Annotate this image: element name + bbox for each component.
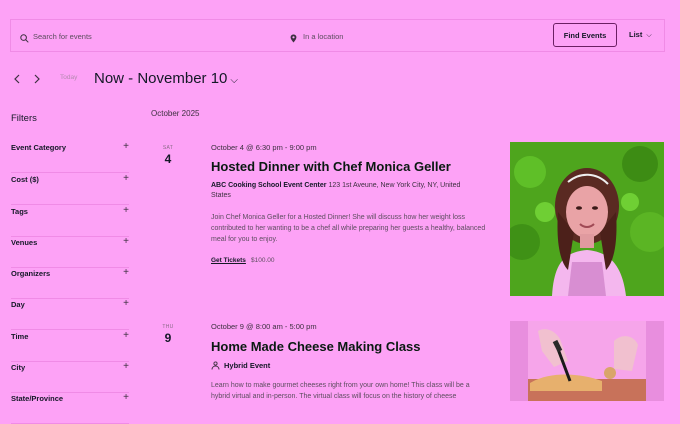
venue-name: ABC Cooking School Event Center [211, 182, 327, 189]
plus-icon: + [123, 361, 129, 372]
event-datetime: October 4 @ 6:30 pm - 9:00 pm [211, 143, 317, 152]
event-venue: ABC Cooking School Event Center 123 1st … [211, 181, 481, 201]
event-image-cheese[interactable] [510, 321, 664, 401]
event-title-link[interactable]: Home Made Cheese Making Class [211, 339, 421, 354]
location-search-input[interactable] [303, 28, 503, 44]
event-day-number: 9 [164, 331, 172, 345]
filter-event-category[interactable]: Event Category + [11, 141, 129, 173]
plus-icon: + [123, 141, 129, 152]
filter-label: Tags [11, 207, 28, 216]
filter-label: Event Category [11, 143, 67, 152]
filter-day[interactable]: Day + [11, 298, 129, 330]
plus-icon: + [123, 392, 129, 403]
plus-icon: + [123, 205, 129, 216]
map-pin-icon [290, 30, 297, 48]
event-datetime: October 9 @ 8:00 am - 5:00 pm [211, 322, 317, 331]
events-search-bar: Find Events List⌵ [10, 19, 665, 52]
plus-icon: + [123, 173, 129, 184]
filter-organizers[interactable]: Organizers + [11, 267, 129, 299]
search-icon [20, 30, 29, 48]
filter-label: Day [11, 300, 25, 309]
filter-state-province[interactable]: State/Province + [11, 392, 129, 424]
view-selector[interactable]: List ⌵ [629, 30, 652, 40]
date-range-picker[interactable]: Now - November 10 ⌵ [94, 70, 238, 87]
filter-label: State/Province [11, 394, 64, 403]
event-title-link[interactable]: Hosted Dinner with Chef Monica Geller [211, 159, 451, 174]
today-button[interactable]: Today [60, 74, 77, 81]
filter-label: Organizers [11, 269, 51, 278]
event-price: $100.00 [251, 257, 275, 264]
filter-label: Cost ($) [11, 175, 39, 184]
filter-time[interactable]: Time + [11, 330, 129, 362]
find-events-button[interactable]: Find Events [553, 23, 617, 47]
plus-icon: + [123, 298, 129, 309]
month-separator: October 2025 [151, 109, 200, 118]
event-image-chef[interactable] [510, 142, 664, 296]
filter-city[interactable]: City + [11, 361, 129, 393]
filters-heading: Filters [11, 113, 37, 124]
filter-label: City [11, 363, 26, 372]
plus-icon: + [123, 236, 129, 247]
chevron-down-icon: ⌵ [646, 32, 652, 39]
date-range-title: Now - November 10 [94, 70, 228, 87]
event-description: Join Chef Monica Geller for a Hosted Din… [211, 214, 486, 243]
chevron-left-icon[interactable] [12, 72, 22, 84]
chevron-down-icon: ⌵ [230, 75, 238, 86]
filter-label: Time [11, 332, 29, 341]
filter-label: Venues [11, 238, 38, 247]
venue-label: Hybrid Event [224, 361, 271, 370]
filter-cost[interactable]: Cost ($) + [11, 173, 129, 205]
view-selector-label: List [629, 30, 643, 39]
event-venue: Hybrid Event [211, 361, 270, 370]
event-day-name: SAT [162, 145, 174, 151]
event-day-name: THU [162, 324, 174, 330]
get-tickets-link[interactable]: Get Tickets [211, 257, 246, 264]
plus-icon: + [123, 330, 129, 341]
filter-tags[interactable]: Tags + [11, 205, 129, 237]
event-day-number: 4 [164, 152, 172, 166]
filter-venues[interactable]: Venues + [11, 236, 129, 268]
hybrid-event-icon [211, 361, 220, 370]
chevron-right-icon[interactable] [32, 72, 42, 84]
keyword-search-input[interactable] [33, 28, 273, 44]
event-description: Learn how to make gourmet cheeses right … [211, 382, 470, 400]
plus-icon: + [123, 267, 129, 278]
